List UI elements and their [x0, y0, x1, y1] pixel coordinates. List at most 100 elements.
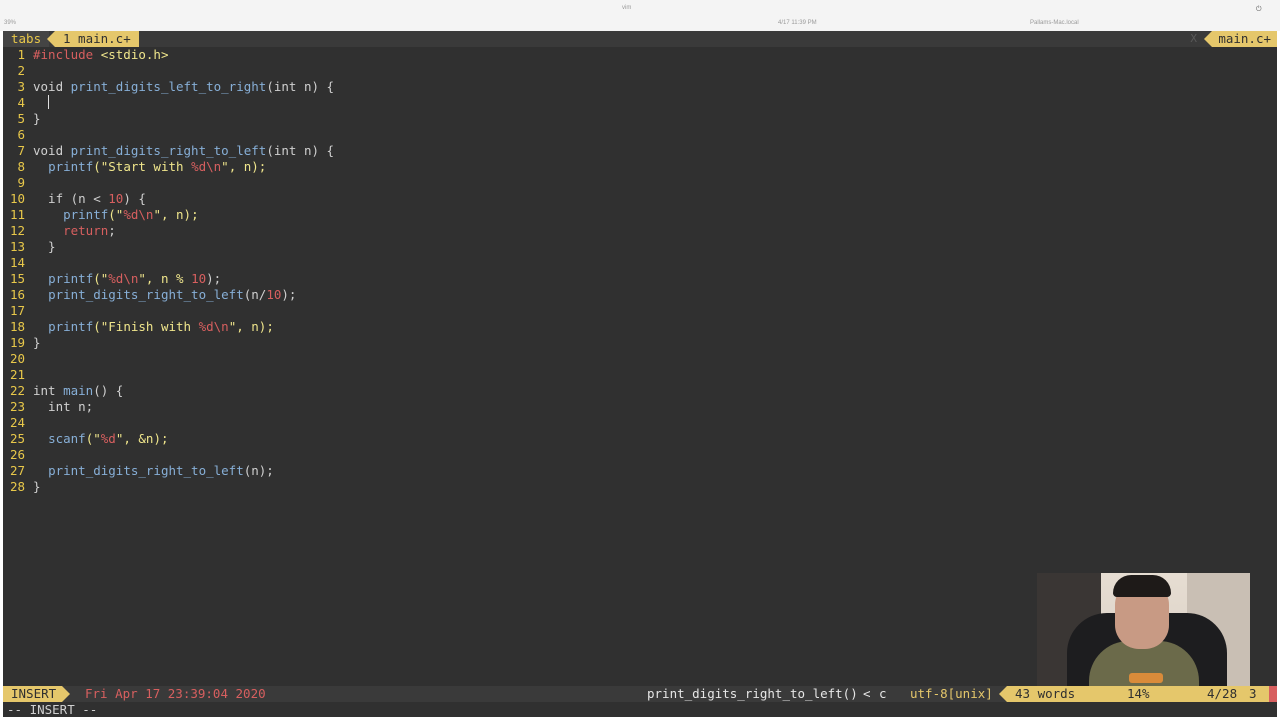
code-line: 19} [3, 335, 1277, 351]
code-token: %d [100, 431, 116, 446]
code-line: 20 [3, 351, 1277, 367]
line-number: 18 [9, 319, 25, 334]
mode-indicator: INSERT [3, 686, 71, 702]
code-token: print_digits_right_to_left [48, 287, 244, 302]
line-number: 6 [17, 127, 25, 142]
code-token: return [63, 223, 109, 238]
buffer-stats: 43 words 14% 4/28 3 [999, 686, 1277, 702]
code-token: %d\n [123, 207, 154, 222]
code-token: ", n); [228, 319, 274, 334]
code-token: ); [206, 271, 222, 286]
code-token: #include [33, 47, 101, 62]
code-token: %d\n [108, 271, 139, 286]
status-datetime: Fri Apr 17 23:39:04 2020 [85, 686, 266, 701]
code-token: %d\n [198, 319, 229, 334]
code-token: print_digits_right_to_left [48, 463, 244, 478]
code-token: } [33, 479, 41, 494]
vim-statusline: INSERT Fri Apr 17 23:39:04 2020 print_di… [3, 686, 1277, 702]
code-token: void [33, 143, 71, 158]
code-token: void [33, 79, 71, 94]
vim-tabline: tabs 1 main.c+ X main.c+ [3, 31, 1277, 47]
warning-indicator [1269, 686, 1277, 702]
separator-chevron-icon: < [863, 686, 871, 701]
code-line: 21 [3, 367, 1277, 383]
command-line[interactable]: -- INSERT -- [3, 702, 1277, 717]
code-token: ; [108, 223, 116, 238]
code-line: 9 [3, 175, 1277, 191]
line-number: 3 [17, 79, 25, 94]
code-token: 10 [191, 271, 207, 286]
line-number: 26 [9, 447, 25, 462]
line-position: 4/28 [1207, 686, 1238, 701]
buffer-name: main.c+ [1204, 31, 1277, 47]
line-number: 14 [9, 255, 25, 270]
line-number: 4 [17, 95, 25, 110]
code-token: printf [63, 207, 109, 222]
code-token: <stdio.h> [100, 47, 169, 62]
code-token: (" [85, 431, 101, 446]
code-line: 25 scanf("%d", &n); [3, 431, 1277, 447]
tab-main-c[interactable]: 1 main.c+ [47, 31, 139, 47]
line-number: 22 [9, 383, 25, 398]
code-line: 4 [3, 95, 1277, 111]
code-line: 15 printf("%d\n", n % 10); [3, 271, 1277, 287]
line-number: 10 [9, 191, 25, 206]
code-line: 22 int main() { [3, 383, 1277, 399]
code-line: 14 [3, 255, 1277, 271]
code-token: (" [93, 271, 109, 286]
code-token: ", n); [153, 207, 199, 222]
line-number: 12 [9, 223, 25, 238]
code-token: ("Start with [93, 159, 192, 174]
line-number: 8 [17, 159, 25, 174]
code-token: ", &n); [115, 431, 169, 446]
line-number: 20 [9, 351, 25, 366]
current-function: print_digits_right_to_left() [647, 686, 858, 701]
code-token: } [33, 239, 56, 254]
code-line: 12 return; [3, 223, 1277, 239]
code-token: 10 [266, 287, 282, 302]
code-line: 28} [3, 479, 1277, 495]
filetype: c [879, 686, 887, 701]
text-cursor [48, 95, 50, 109]
code-line: 18 printf("Finish with %d\n", n); [3, 319, 1277, 335]
close-icon[interactable]: X [1190, 31, 1197, 47]
code-token: ", n % [138, 271, 192, 286]
code-line: 6 [3, 127, 1277, 143]
word-count: 43 words [1015, 686, 1076, 701]
code-token: (n); [243, 463, 274, 478]
webcam-overlay [1037, 573, 1250, 693]
code-token: scanf [48, 431, 86, 446]
code-line: 27 print_digits_right_to_left(n); [3, 463, 1277, 479]
code-token: %d\n [191, 159, 222, 174]
terminal-window[interactable]: tabs 1 main.c+ X main.c+ 1 #include <stdi… [3, 31, 1277, 717]
line-number: 13 [9, 239, 25, 254]
code-editor[interactable]: 1 #include <stdio.h> 2 3 void print_digits… [3, 47, 1277, 495]
app-title: vim [622, 5, 632, 11]
code-token: } [33, 111, 41, 126]
code-line: 7 void print_digits_right_to_left(int n) … [3, 143, 1277, 159]
code-line: 23 int n; [3, 399, 1277, 415]
code-line: 5} [3, 111, 1277, 127]
code-line: 1 #include <stdio.h> [3, 47, 1277, 63]
mac-menu-bar: 39% vim 4/17 11:39 PM Pallams-Mac.local … [0, 0, 1280, 31]
line-number: 23 [9, 399, 25, 414]
tabs-label: tabs [3, 31, 50, 47]
line-number: 16 [9, 287, 25, 302]
code-token: print_digits_left_to_right [70, 79, 267, 94]
power-icon[interactable]: ⏻ [1256, 6, 1262, 14]
code-token: printf [48, 319, 94, 334]
hostname: Pallams-Mac.local [1030, 20, 1079, 26]
code-token: (int n) { [266, 143, 335, 158]
line-number: 2 [17, 63, 25, 78]
code-line: 2 [3, 63, 1277, 79]
code-token: print_digits_right_to_left [70, 143, 267, 158]
webcam-shirt-print [1129, 673, 1163, 683]
line-number: 5 [17, 111, 25, 126]
battery-status: 39% [4, 20, 17, 26]
code-line: 8 printf("Start with %d\n", n); [3, 159, 1277, 175]
